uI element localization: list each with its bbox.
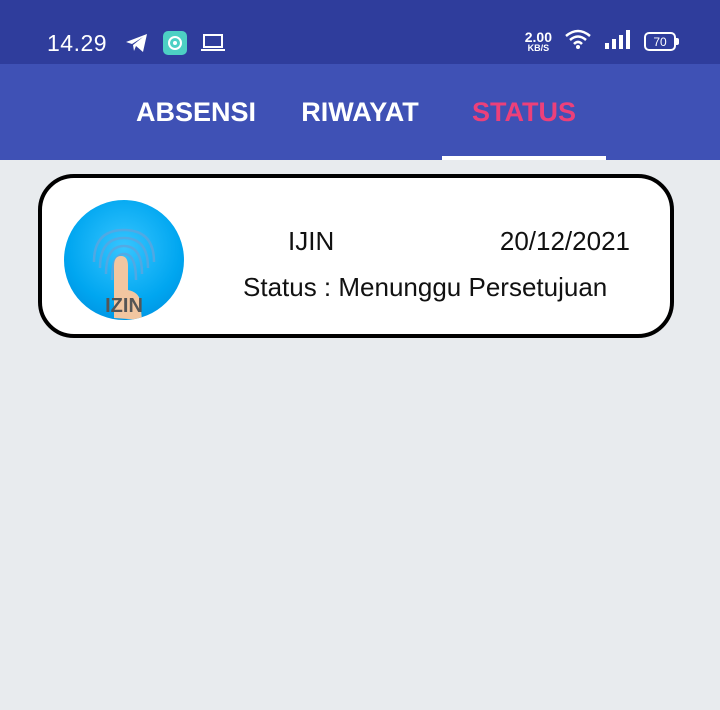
notification-icons [125,31,225,60]
telegram-icon [125,33,149,58]
avatar-label: IZIN [105,295,143,317]
active-tab-indicator [442,156,606,160]
tab-bar: ABSENSI RIWAYAT STATUS [0,64,720,160]
battery-icon: 70 [644,32,679,51]
status-bar: 14.29 2.00 KB/S 70 [0,0,720,64]
laptop-icon [201,33,225,58]
net-speed-unit: KB/S [527,43,550,53]
clock: 14.29 [47,30,108,56]
wifi-icon [564,29,592,54]
tab-absensi[interactable]: ABSENSI [126,64,266,160]
status-card[interactable]: IZIN IJIN 20/12/2021 Status : Menunggu P… [38,174,674,338]
net-speed-value: 2.00 [524,29,552,45]
tab-status[interactable]: STATUS [442,64,606,160]
request-status: Status : Menunggu Persetujuan [243,272,608,302]
signal-icon [604,29,632,54]
net-speed: 2.00 KB/S [525,30,552,53]
app-icon [163,31,187,60]
fingerprint-icon: IZIN [64,200,184,320]
tab-riwayat[interactable]: RIWAYAT [288,64,432,160]
request-date: 20/12/2021 [499,226,630,256]
request-type: IJIN [288,226,335,256]
system-icons: 2.00 KB/S 70 [525,29,679,54]
